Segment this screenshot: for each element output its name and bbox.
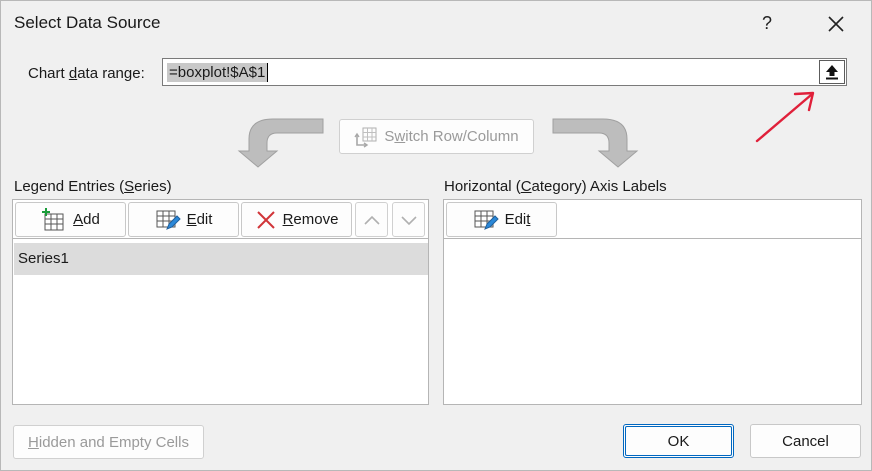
close-icon	[828, 16, 844, 32]
label-part: emove	[293, 211, 339, 228]
edit-axis-labels-button[interactable]: Edit	[446, 202, 557, 237]
switch-row-column-icon	[354, 127, 377, 148]
axis-labels-heading: Horizontal (Category) Axis Labels	[444, 178, 667, 195]
label-part: itch Row/Column	[405, 128, 519, 145]
chevron-up-icon	[363, 215, 380, 225]
remove-x-icon	[256, 210, 275, 229]
label-part: Horizontal (	[444, 178, 521, 195]
move-down-button[interactable]	[392, 202, 425, 237]
annotation-arrow-icon	[755, 91, 815, 143]
label-accesskey: S	[124, 178, 135, 195]
label-part: ategory) Axis Labels	[531, 178, 667, 195]
label-accesskey: H	[28, 433, 39, 451]
label-part: ata range:	[77, 65, 145, 82]
collapse-dialog-button[interactable]	[819, 60, 845, 84]
label-part: Edi	[504, 211, 527, 228]
label-part: Chart	[28, 65, 69, 82]
switch-left-arrow-icon	[237, 118, 324, 168]
legend-entries-heading: Legend Entries (Series)	[14, 178, 172, 195]
label-part: dd	[83, 211, 100, 228]
ok-button-focus-ring: OK	[625, 426, 732, 456]
label-accesskey: C	[520, 178, 532, 195]
label-accesskey: R	[282, 211, 294, 228]
axis-labels-panel: Edit	[443, 199, 862, 405]
label-accesskey: A	[73, 211, 84, 228]
chart-data-range-value: =boxplot!$A$1	[167, 63, 269, 82]
label-part: idden and Empty Cells	[38, 433, 189, 451]
label-part: Legend Entries (	[14, 178, 125, 195]
cancel-label: Cancel	[782, 432, 829, 450]
remove-series-button[interactable]: Remove	[241, 202, 352, 237]
add-series-label: Add	[73, 211, 100, 228]
switch-right-arrow-icon	[552, 118, 639, 168]
close-button[interactable]	[821, 9, 851, 39]
label-accesskey: w	[394, 128, 406, 145]
select-data-source-dialog: Select Data Source ? Chart data range: =…	[0, 0, 872, 471]
switch-row-column-button[interactable]: Switch Row/Column	[339, 119, 534, 154]
edit-series-label: Edit	[187, 211, 213, 228]
chart-data-range-input[interactable]: =boxplot!$A$1	[162, 58, 847, 86]
switch-row-column-label: Switch Row/Column	[384, 128, 518, 145]
add-table-icon	[42, 207, 64, 230]
hidden-empty-cells-button[interactable]: Hidden and Empty Cells	[13, 425, 204, 459]
remove-series-label: Remove	[283, 211, 339, 228]
series-list-item[interactable]: Series1	[14, 243, 428, 275]
edit-axis-labels-label: Edit	[505, 211, 531, 228]
edit-table-icon	[156, 210, 181, 230]
edit-table-icon	[474, 210, 499, 230]
label-accesskey: E	[186, 211, 197, 228]
label-accesskey: d	[68, 65, 78, 82]
label-part: eries)	[134, 178, 172, 195]
ok-button[interactable]: OK	[623, 424, 734, 458]
label-part: dit	[196, 211, 213, 228]
collapse-up-arrow-icon	[826, 65, 838, 80]
hidden-empty-cells-label: Hidden and Empty Cells	[28, 434, 189, 451]
cancel-button[interactable]: Cancel	[750, 424, 861, 458]
dialog-title: Select Data Source	[14, 13, 161, 32]
label-part: S	[384, 128, 395, 145]
move-up-button[interactable]	[355, 202, 388, 237]
chart-data-range-label: Chart data range:	[28, 65, 145, 82]
edit-series-button[interactable]: Edit	[128, 202, 239, 237]
ok-label: OK	[667, 432, 690, 450]
legend-entries-panel: Add Edit Remove Series1	[12, 199, 429, 405]
help-button[interactable]: ?	[753, 7, 781, 39]
label-accesskey: t	[526, 211, 531, 228]
chevron-down-icon	[400, 215, 417, 225]
add-series-button[interactable]: Add	[15, 202, 126, 237]
